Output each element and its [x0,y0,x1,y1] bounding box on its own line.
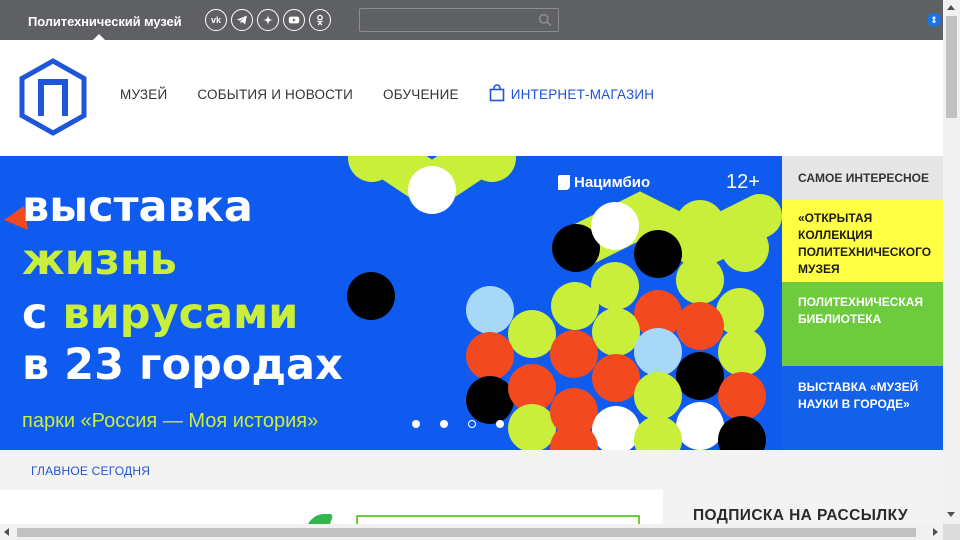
top-bar: Политехнический музей vk ⇕ [0,0,943,40]
social-links: vk [205,9,331,31]
scrollbar-corner [943,524,960,540]
sponsor-name: Нацимбио [574,174,651,191]
featured-library[interactable]: ПОЛИТЕХНИЧЕСКАЯ БИБЛИОТЕКА [782,282,943,366]
scroll-top-icon[interactable]: ⇕ [927,13,941,27]
site-header: МУЗЕЙ СОБЫТИЯ И НОВОСТИ ОБУЧЕНИЕ ИНТЕРНЕ… [0,40,943,156]
search-input[interactable] [360,9,530,31]
museum-logo[interactable] [18,58,88,136]
slider-dot-1[interactable] [412,420,420,428]
hero-banner[interactable]: выставка жизнь с вирусами в 23 городах п… [0,156,782,450]
zen-icon[interactable] [257,9,279,31]
odnoklassniki-icon[interactable] [309,9,331,31]
hero-line-3-highlight: вирусами [62,289,299,339]
sponsor-mark-icon [558,175,570,190]
hero-line-4: в 23 городах [22,340,343,390]
featured-column: САМОЕ ИНТЕРЕСНОЕ «ОТКРЫТАЯ КОЛЛЕКЦИЯ ПОЛ… [782,156,943,450]
hero-line-2: жизнь [22,235,177,285]
nav-events-label: СОБЫТИЯ И НОВОСТИ [197,87,354,102]
hero-line-3: с вирусами [22,289,298,339]
slider-dot-3[interactable] [468,420,476,428]
today-tab-bar: ГЛАВНОЕ СЕГОДНЯ [0,450,663,490]
sponsor-logo: Нацимбио [558,174,650,191]
horizontal-scroll-thumb[interactable] [17,528,916,537]
horizontal-scrollbar[interactable] [0,524,943,540]
telegram-icon[interactable] [231,9,253,31]
nav-shop[interactable]: ИНТЕРНЕТ-МАГАЗИН [489,84,655,102]
odnoklassniki-glyph [317,14,323,26]
nav-shop-label: ИНТЕРНЕТ-МАГАЗИН [510,87,655,102]
nav-museum-label: МУЗЕЙ [120,87,168,102]
scroll-left-arrow[interactable] [4,528,9,536]
featured-header: САМОЕ ИНТЕРЕСНОЕ [782,156,943,200]
page: Политехнический музей vk ⇕ МУЗЕЙ СОБЫТИЯ… [0,0,960,540]
scroll-up-arrow[interactable] [947,5,955,10]
youtube-glyph [288,16,300,24]
slider-dot-4[interactable] [496,420,504,428]
vk-icon-label: vk [210,15,221,25]
nav-events[interactable]: СОБЫТИЯ И НОВОСТИ [197,87,353,102]
main-nav: МУЗЕЙ СОБЫТИЯ И НОВОСТИ ОБУЧЕНИЕ ИНТЕРНЕ… [120,84,655,102]
youtube-icon[interactable] [283,9,305,31]
nav-education[interactable]: ОБУЧЕНИЕ [383,87,459,102]
scroll-right-arrow[interactable] [933,528,938,536]
hero-line-1: выставка [22,182,253,232]
vertical-scroll-thumb[interactable] [946,16,957,118]
search-icon[interactable] [538,13,552,27]
slider-pager [412,420,504,428]
vertical-scrollbar[interactable] [943,0,960,524]
news-content [0,490,663,535]
hero-line-3-prefix: с [22,289,63,339]
subscribe-title: ПОДПИСКА НА РАССЫЛКУ [693,507,908,524]
search-box [359,8,559,32]
nav-museum[interactable]: МУЗЕЙ [120,87,167,102]
brand-link[interactable]: Политехнический музей [28,14,182,29]
vk-icon[interactable]: vk [205,9,227,31]
hero-line-5: парки «Россия — Моя история» [22,410,319,432]
featured-open-collection[interactable]: «ОТКРЫТАЯ КОЛЛЕКЦИЯ ПОЛИТЕХНИЧЕСКОГО МУЗ… [782,200,943,282]
subscribe-panel: ПОДПИСКА НА РАССЫЛКУ [663,450,943,524]
scroll-down-arrow[interactable] [947,512,955,517]
shopping-bag-icon [489,84,505,102]
telegram-glyph [237,15,247,25]
tab-today[interactable]: ГЛАВНОЕ СЕГОДНЯ [31,464,150,478]
slider-dot-2[interactable] [440,420,448,428]
nav-education-label: ОБУЧЕНИЕ [383,87,459,102]
age-rating: 12+ [726,171,760,193]
featured-exhibition[interactable]: ВЫСТАВКА «МУЗЕЙ НАУКИ В ГОРОДЕ» [782,366,943,450]
zen-glyph [262,14,274,26]
